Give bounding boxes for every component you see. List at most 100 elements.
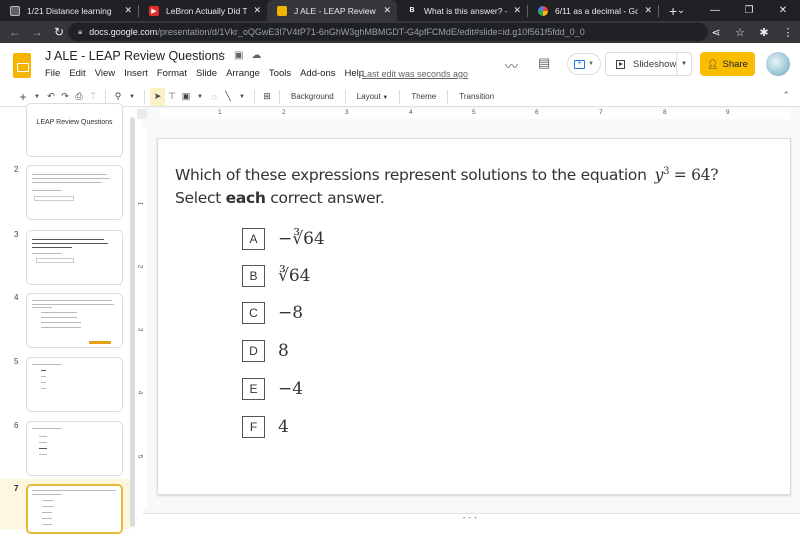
cloud-saved-icon[interactable]: ☁︎ — [251, 50, 261, 61]
present-to-meeting-button[interactable]: + ▼ — [567, 53, 601, 75]
comments-icon[interactable]: ▤ — [538, 55, 550, 71]
background-button[interactable]: Background — [285, 92, 340, 101]
star-icon[interactable]: ☆ — [217, 50, 226, 61]
speaker-notes-divider[interactable]: • • • — [143, 513, 800, 528]
share-page-icon[interactable]: ⋖ — [704, 26, 728, 39]
slideshow-button[interactable]: Slideshow ▼ — [605, 52, 692, 76]
back-icon[interactable]: ← — [4, 25, 26, 39]
slide-thumbnail-7[interactable] — [26, 484, 123, 534]
minimize-icon[interactable]: — — [698, 5, 732, 16]
thumb-text-line — [39, 442, 47, 443]
close-tab-icon[interactable]: ✕ — [124, 5, 132, 16]
answer-option-a[interactable]: A −∛64 — [242, 228, 325, 250]
slide-thumbnail-5[interactable] — [26, 357, 123, 412]
menu-file[interactable]: File — [45, 68, 60, 79]
menu-format[interactable]: Format — [157, 68, 187, 79]
thumb-button — [89, 341, 111, 344]
slideshow-dropdown[interactable]: ▼ — [676, 53, 691, 75]
drag-handle-icon[interactable]: • • • — [463, 516, 478, 522]
thumb-text-line — [32, 243, 108, 244]
google-icon — [538, 5, 548, 16]
slide-thumbnail-6[interactable] — [26, 421, 123, 476]
answer-option-c[interactable]: C −8 — [242, 302, 303, 324]
transition-button[interactable]: Transition — [453, 92, 500, 101]
menu-edit[interactable]: Edit — [69, 68, 85, 79]
forward-icon[interactable]: → — [26, 25, 48, 39]
shape-icon[interactable]: ◌ — [207, 88, 221, 106]
line-icon[interactable]: ╲ — [221, 88, 235, 106]
slide-number: 2 — [14, 165, 19, 174]
ruler-tick-label: 1 — [136, 201, 144, 206]
close-tab-icon[interactable]: ✕ — [644, 5, 652, 16]
slide-thumbnail-1[interactable]: LEAP Review Questions — [26, 103, 123, 157]
move-folder-icon[interactable]: ▣ — [234, 50, 243, 61]
slide-canvas[interactable]: Which of these expressions represent sol… — [157, 138, 791, 495]
slide-thumbnail-3[interactable] — [26, 230, 123, 285]
activity-trend-icon[interactable]: 〰 — [505, 56, 518, 75]
ruler-tick-label: 3 — [345, 109, 349, 116]
browser-menu-icon[interactable]: ⋮ — [776, 26, 800, 39]
chevron-down-icon[interactable]: ▼ — [125, 88, 139, 106]
layout-button[interactable]: Layout ▼ — [351, 92, 395, 101]
vertical-ruler[interactable]: 1 2 3 4 5 — [136, 127, 147, 507]
chevron-down-icon[interactable]: ▼ — [193, 88, 207, 106]
answer-option-e[interactable]: E −4 — [242, 378, 303, 400]
title-icons: ☆ ▣ ☁︎ — [217, 50, 261, 61]
browser-tab[interactable]: ▶ LeBron Actually Did This In ✕ — [139, 0, 267, 21]
classroom-icon — [10, 5, 20, 16]
browser-tab[interactable]: B What is this answer? - Brai ✕ — [397, 0, 527, 21]
menu-addons[interactable]: Add-ons — [300, 68, 335, 79]
tab-search-icon[interactable]: ⌄ — [664, 5, 698, 16]
slides-logo-icon[interactable] — [13, 53, 31, 78]
thumb-text-line — [32, 494, 62, 495]
slide-thumbnail-2[interactable] — [26, 165, 123, 220]
browser-tab[interactable]: 6/11 as a decimal - Google ✕ — [528, 0, 658, 21]
slide-thumbnail-4[interactable] — [26, 293, 123, 348]
close-tab-icon[interactable]: ✕ — [383, 5, 391, 16]
browser-tab[interactable]: 1/21 Distance learning ✕ — [0, 0, 138, 21]
close-tab-icon[interactable]: ✕ — [513, 5, 521, 16]
select-cursor-icon[interactable]: ➤ — [150, 87, 165, 106]
menu-tools[interactable]: Tools — [269, 68, 291, 79]
image-icon[interactable]: ▣ — [179, 88, 193, 106]
answer-option-d[interactable]: D 8 — [242, 340, 289, 362]
option-expression: 4 — [278, 417, 289, 437]
menu-arrange[interactable]: Arrange — [226, 68, 260, 79]
slide-number: 7 — [14, 484, 19, 493]
collapse-menus-icon[interactable]: ⌃ — [782, 90, 790, 101]
add-comment-icon[interactable]: ⊞ — [260, 88, 274, 106]
horizontal-ruler[interactable]: 1 2 3 4 5 6 7 8 9 — [160, 109, 790, 119]
thumb-text-line — [32, 190, 62, 191]
option-letter-box: B — [242, 265, 265, 287]
thumb-text-line — [32, 253, 62, 254]
filmstrip-scrollbar[interactable] — [130, 117, 135, 527]
extensions-icon[interactable]: ✱ — [752, 26, 776, 39]
option-letter-box: F — [242, 416, 265, 438]
ruler-tick-label: 4 — [136, 390, 144, 395]
url-input[interactable]: 🔒︎ docs.google.com/presentation/d/1Vkr_o… — [68, 23, 708, 41]
menu-view[interactable]: View — [95, 68, 115, 79]
thumb-text-line — [41, 322, 81, 323]
answer-option-b[interactable]: B ∛64 — [242, 265, 310, 287]
restore-icon[interactable]: ❐ — [732, 5, 766, 16]
browser-tab-active[interactable]: J ALE - LEAP Review Quest ✕ — [267, 0, 397, 21]
theme-button[interactable]: Theme — [405, 92, 442, 101]
avatar[interactable] — [766, 52, 790, 76]
divider — [399, 89, 401, 104]
text-box-icon[interactable]: ⊤ — [165, 88, 179, 106]
bookmark-star-icon[interactable]: ☆ — [728, 26, 752, 39]
document-title[interactable]: J ALE - LEAP Review Questions — [45, 49, 225, 63]
chevron-down-icon[interactable]: ▼ — [235, 88, 249, 106]
share-button[interactable]: 👤︎ Share — [700, 52, 755, 76]
close-window-icon[interactable]: ✕ — [766, 5, 800, 16]
menu-slide[interactable]: Slide — [196, 68, 217, 79]
thumb-text-line — [39, 454, 47, 455]
reload-icon[interactable]: ↻ — [48, 25, 70, 39]
close-tab-icon[interactable]: ✕ — [253, 5, 261, 16]
question-text[interactable]: Which of these expressions represent sol… — [175, 160, 719, 210]
thumb-text-line — [41, 376, 46, 377]
last-edit-link[interactable]: Last edit was seconds ago — [362, 69, 468, 79]
ruler-tick-label: 7 — [599, 109, 603, 116]
menu-insert[interactable]: Insert — [124, 68, 148, 79]
answer-option-f[interactable]: F 4 — [242, 416, 289, 438]
